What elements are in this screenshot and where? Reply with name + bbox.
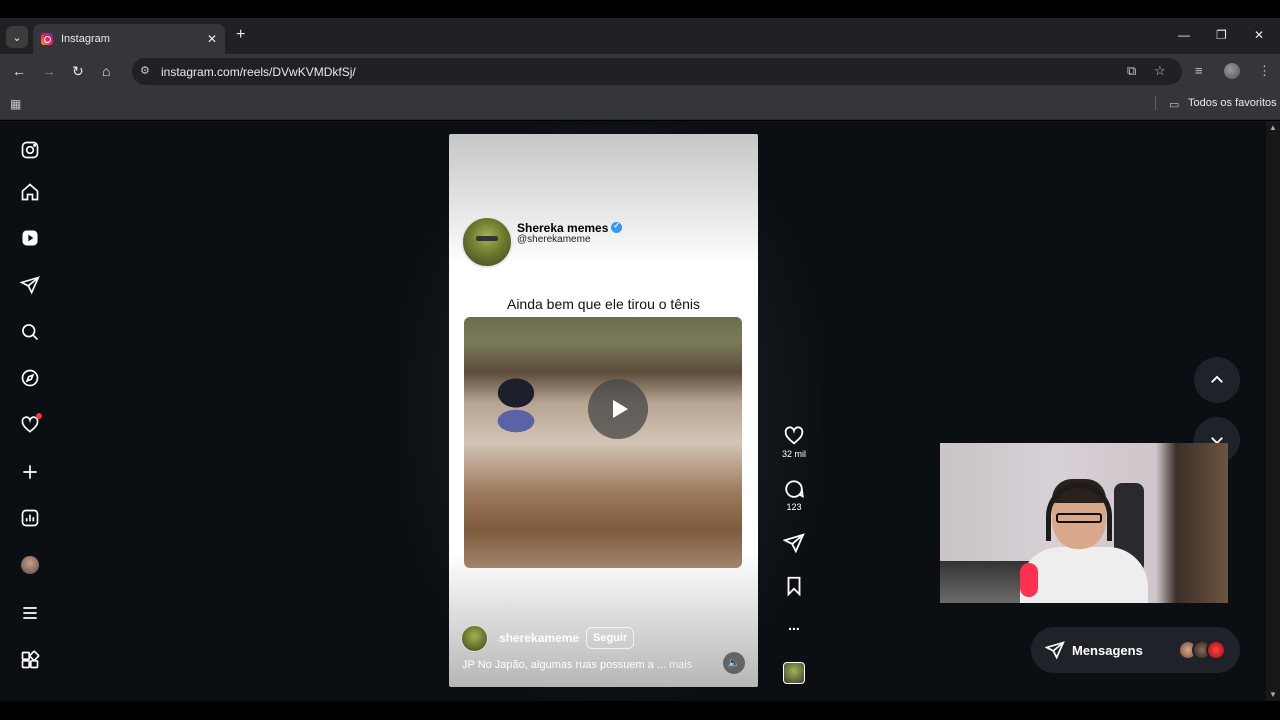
like-button[interactable]: 32 mil bbox=[781, 425, 807, 459]
notification-dot bbox=[36, 413, 42, 419]
comment-count: 123 bbox=[786, 502, 802, 512]
follow-button[interactable]: Seguir bbox=[586, 627, 635, 649]
explore-icon[interactable] bbox=[20, 368, 40, 388]
heart-icon bbox=[784, 426, 804, 445]
bookmarks-separator bbox=[1155, 96, 1156, 110]
browser-toolbar: ← → ↻ ⌂ ⚙ instagram.com/reels/DVwKVMDkfS… bbox=[0, 54, 1280, 88]
reload-icon[interactable]: ↻ bbox=[72, 63, 84, 80]
chevron-up-icon bbox=[1211, 375, 1223, 383]
like-count: 32 mil bbox=[781, 449, 806, 459]
minimize-button[interactable]: — bbox=[1178, 28, 1190, 42]
share-icon bbox=[783, 533, 805, 554]
bookmarks-bar: ▦ ▭ Todos os favoritos bbox=[0, 88, 1280, 120]
apps-grid-icon[interactable]: ▦ bbox=[10, 97, 21, 111]
home-browser-icon[interactable]: ⌂ bbox=[102, 63, 110, 79]
folder-icon: ▭ bbox=[1169, 99, 1180, 111]
sound-icon[interactable]: 🔈 bbox=[723, 652, 745, 674]
back-icon[interactable]: ← bbox=[12, 63, 26, 79]
notifications-heart-icon[interactable] bbox=[20, 413, 42, 435]
verified-badge-icon bbox=[611, 221, 623, 233]
search-icon[interactable] bbox=[20, 322, 40, 342]
tab-search-button[interactable]: ⌄ bbox=[6, 26, 28, 48]
menu-icon[interactable] bbox=[20, 603, 40, 623]
instagram-logo-icon[interactable] bbox=[20, 140, 40, 160]
comment-button[interactable]: 123 bbox=[781, 478, 807, 512]
browser-tab[interactable]: Instagram ✕ bbox=[33, 24, 225, 54]
install-app-icon[interactable]: ⧉ bbox=[1127, 63, 1136, 79]
messages-label: Mensagens bbox=[1072, 642, 1143, 658]
webcam-glasses bbox=[1056, 513, 1102, 523]
reel-caption[interactable]: JP No Japão, algumas ruas possuem a ... … bbox=[462, 659, 692, 671]
dashboard-icon[interactable] bbox=[20, 508, 40, 528]
post-author-name: Shereka memes bbox=[517, 221, 623, 235]
reel-card[interactable]: Shereka memes @sherekameme Ainda bem que… bbox=[449, 134, 758, 687]
browser-profile-avatar[interactable] bbox=[1224, 63, 1240, 79]
post-caption: Ainda bem que ele tirou o tênis bbox=[506, 296, 700, 312]
comment-icon bbox=[785, 480, 804, 499]
post-author-name-text: Shereka memes bbox=[517, 221, 609, 235]
reel-owner-username[interactable]: sherekameme bbox=[499, 631, 579, 645]
tab-close-icon[interactable]: ✕ bbox=[207, 32, 217, 46]
screen: ⌄ Instagram ✕ + — ❐ ✕ ← → ↻ ⌂ ⚙ instagra… bbox=[0, 0, 1280, 720]
post-author-avatar bbox=[461, 216, 513, 268]
webcam-overlay bbox=[940, 443, 1228, 603]
profile-avatar-image bbox=[21, 556, 39, 574]
webcam-headset bbox=[1046, 483, 1112, 541]
tab-title: Instagram bbox=[61, 33, 110, 45]
media-control-icon[interactable]: ≡ bbox=[1195, 63, 1203, 78]
new-tab-button[interactable]: + bbox=[236, 26, 245, 44]
reel-caption-text: JP No Japão, algumas ruas possuem a ... bbox=[462, 659, 667, 671]
webcam-shirt bbox=[1020, 547, 1148, 603]
play-icon[interactable] bbox=[588, 379, 648, 439]
caption-more-link[interactable]: mais bbox=[669, 659, 692, 671]
maximize-button[interactable]: ❐ bbox=[1216, 28, 1227, 42]
url-text[interactable]: instagram.com/reels/DVwKVMDkfSj/ bbox=[161, 65, 356, 79]
home-icon[interactable] bbox=[20, 182, 40, 202]
reel-owner-avatar[interactable] bbox=[461, 625, 488, 652]
reel-video[interactable] bbox=[464, 317, 742, 568]
all-bookmarks-link[interactable]: Todos os favoritos bbox=[1188, 97, 1277, 109]
reels-icon[interactable] bbox=[20, 228, 40, 248]
post-author-handle: @sherekameme bbox=[517, 234, 591, 245]
browser-tab-bar: ⌄ Instagram ✕ + — ❐ ✕ bbox=[0, 18, 1280, 54]
site-info-icon[interactable]: ⚙ bbox=[140, 64, 150, 77]
audio-thumbnail[interactable] bbox=[783, 662, 805, 684]
message-avatars bbox=[1178, 640, 1226, 660]
webcam-microphone bbox=[1020, 563, 1038, 597]
address-bar[interactable]: ⚙ instagram.com/reels/DVwKVMDkfSj/ ⧉ ☆ bbox=[132, 58, 1182, 85]
bookmark-icon bbox=[787, 576, 801, 597]
messages-button[interactable]: Mensagens bbox=[1031, 627, 1240, 673]
browser-menu-icon[interactable]: ⋮ bbox=[1258, 63, 1271, 79]
instagram-page: Shereka memes @sherekameme Ainda bem que… bbox=[0, 121, 1266, 701]
create-plus-icon[interactable] bbox=[20, 462, 40, 482]
close-window-button[interactable]: ✕ bbox=[1254, 28, 1264, 42]
instagram-favicon-icon bbox=[41, 33, 53, 45]
forward-icon[interactable]: → bbox=[42, 63, 56, 79]
message-avatar bbox=[1206, 640, 1226, 660]
more-apps-icon[interactable] bbox=[20, 650, 40, 670]
scroll-up-icon[interactable]: ▲ bbox=[1269, 123, 1277, 132]
more-options-icon: ... bbox=[788, 617, 800, 633]
previous-reel-button[interactable] bbox=[1194, 357, 1240, 403]
share-button[interactable] bbox=[781, 532, 807, 554]
save-button[interactable] bbox=[781, 575, 807, 597]
page-scrollbar[interactable]: ▲ ▼ bbox=[1266, 121, 1280, 701]
scroll-down-icon[interactable]: ▼ bbox=[1269, 690, 1277, 699]
send-icon[interactable] bbox=[20, 275, 40, 295]
webcam-desk bbox=[940, 561, 1030, 603]
more-options-button[interactable]: ... bbox=[781, 617, 807, 633]
profile-avatar[interactable] bbox=[20, 555, 40, 575]
messages-send-icon bbox=[1045, 641, 1065, 660]
bookmark-star-icon[interactable]: ☆ bbox=[1154, 63, 1166, 79]
